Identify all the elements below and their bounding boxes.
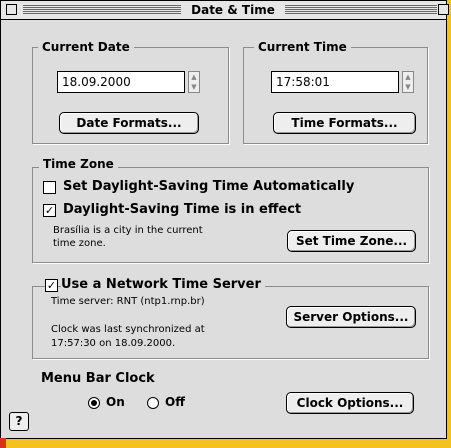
stepper-up-icon[interactable]: ▲ bbox=[404, 73, 412, 82]
current-date-label: Current Date bbox=[38, 40, 134, 54]
network-time-label[interactable]: Use a Network Time Server bbox=[61, 277, 265, 293]
stepper-down-icon[interactable]: ▼ bbox=[190, 83, 198, 92]
close-box-icon[interactable] bbox=[6, 4, 17, 15]
dst-auto-label[interactable]: Set Daylight-Saving Time Automatically bbox=[63, 179, 354, 195]
help-button[interactable]: ? bbox=[9, 412, 29, 431]
radio-selected-icon bbox=[91, 400, 97, 406]
clock-on-radio[interactable] bbox=[88, 397, 100, 409]
title-bar[interactable]: Date & Time bbox=[1, 1, 449, 20]
set-time-zone-button[interactable]: Set Time Zone... bbox=[287, 230, 416, 252]
current-time-label: Current Time bbox=[254, 40, 351, 54]
dst-auto-checkbox[interactable] bbox=[43, 181, 56, 194]
time-zone-info-line1: Brasília is a city in the current bbox=[53, 225, 203, 236]
time-zone-info-line2: time zone. bbox=[53, 238, 106, 249]
clock-on-label[interactable]: On bbox=[106, 395, 125, 409]
date-stepper[interactable]: ▲ ▼ bbox=[188, 71, 200, 93]
server-options-button[interactable]: Server Options... bbox=[286, 306, 416, 328]
date-field[interactable]: 18.09.2000 bbox=[57, 71, 185, 93]
network-time-checkbox[interactable]: ✓ bbox=[45, 279, 58, 292]
checkmark-icon: ✓ bbox=[44, 204, 55, 217]
time-zone-label: Time Zone bbox=[39, 157, 118, 171]
window-title: Date & Time bbox=[181, 2, 285, 18]
clock-off-label[interactable]: Off bbox=[165, 395, 185, 409]
checkmark-icon: ✓ bbox=[46, 279, 57, 292]
time-server-text: Time server: RNT (ntp1.rnp.br) bbox=[51, 296, 205, 307]
date-formats-button[interactable]: Date Formats... bbox=[59, 112, 199, 134]
stepper-up-icon[interactable]: ▲ bbox=[190, 73, 198, 82]
dst-in-effect-label[interactable]: Daylight-Saving Time is in effect bbox=[63, 202, 301, 218]
sync-line1: Clock was last synchronized at bbox=[51, 324, 205, 335]
time-stepper[interactable]: ▲ ▼ bbox=[402, 71, 414, 93]
dst-in-effect-checkbox[interactable]: ✓ bbox=[43, 204, 56, 217]
stepper-down-icon[interactable]: ▼ bbox=[404, 83, 412, 92]
desktop-edge-mark bbox=[0, 438, 6, 448]
zoom-box-icon[interactable] bbox=[438, 4, 449, 15]
menu-bar-clock-label: Menu Bar Clock bbox=[41, 371, 155, 386]
date-time-window: Date & Time Current Date 18.09.2000 ▲ ▼ … bbox=[0, 0, 449, 439]
time-field[interactable]: 17:58:01 bbox=[271, 71, 399, 93]
sync-line2: 17:57:30 on 18.09.2000. bbox=[51, 338, 176, 349]
time-formats-button[interactable]: Time Formats... bbox=[273, 112, 416, 134]
clock-off-radio[interactable] bbox=[147, 397, 159, 409]
clock-options-button[interactable]: Clock Options... bbox=[286, 392, 414, 414]
